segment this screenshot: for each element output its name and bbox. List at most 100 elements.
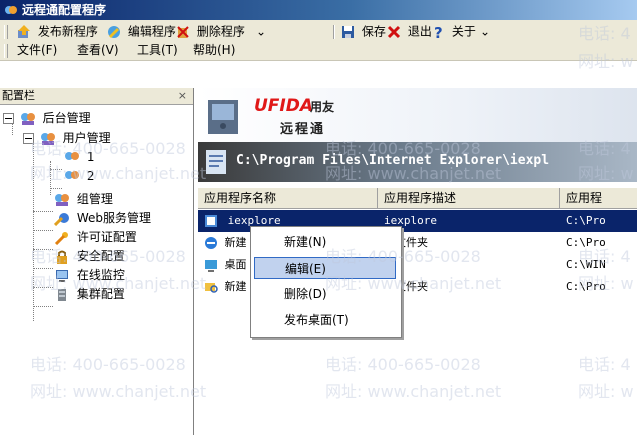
tree-item-license[interactable]: 许可证配置 xyxy=(54,228,137,247)
publish-program-button[interactable]: 发布新程序 xyxy=(14,22,100,40)
key-icon xyxy=(54,231,68,245)
column-header-name[interactable]: 应用程序名称 xyxy=(198,188,378,208)
edit-program-label: 编辑程序 xyxy=(127,24,176,39)
column-header-path[interactable]: 应用程 xyxy=(560,188,637,208)
context-edit[interactable]: 编辑(E) xyxy=(254,257,396,279)
logo-product: 远程通 xyxy=(280,122,326,137)
tree-label-user-1: 1 xyxy=(86,150,95,164)
server-icon xyxy=(58,288,66,301)
tree-label-group-mgmt: 组管理 xyxy=(76,192,113,206)
exit-button[interactable]: 退出 xyxy=(384,22,434,40)
row-path: C:\Pro xyxy=(566,280,606,293)
row-description: 面 xyxy=(384,254,554,276)
tree-label-license: 许可证配置 xyxy=(76,230,137,244)
list-header: 应用程序名称 应用程序描述 应用程 xyxy=(198,188,637,209)
row-description: iexplore xyxy=(384,214,437,227)
tree-item-user-2[interactable]: 2 xyxy=(64,167,94,186)
sidebar-close-icon[interactable]: × xyxy=(178,88,187,104)
tree-label-root: 后台管理 xyxy=(42,111,91,125)
toolbar-overflow-1[interactable]: ⌄ xyxy=(254,22,268,40)
tree-label-user-2: 2 xyxy=(86,169,95,183)
about-label: 关于 xyxy=(451,24,476,39)
save-button[interactable]: 保存 xyxy=(338,22,388,40)
save-label: 保存 xyxy=(361,24,386,39)
tree-label-security: 安全配置 xyxy=(76,249,125,263)
edit-program-button[interactable]: 编辑程序 xyxy=(104,22,178,40)
tree-label-user-mgmt: 用户管理 xyxy=(62,131,111,145)
row-name: 新建 xyxy=(224,236,247,249)
toolbar-grip[interactable] xyxy=(4,25,8,39)
row-name: 新建 xyxy=(224,280,247,293)
group-icon xyxy=(55,193,69,206)
user-icon xyxy=(65,151,79,160)
users-icon xyxy=(40,132,55,145)
ie-icon xyxy=(205,237,217,249)
toolbar-row-actions: 发布新程序 编辑程序 删除程序 ⌄ 保存 退出 ? 关于 ⌄ xyxy=(0,22,637,42)
window-title: 远程通配置程序 xyxy=(22,3,107,17)
tree-item-web-service[interactable]: Web服务管理 xyxy=(53,209,151,228)
publish-program-label: 发布新程序 xyxy=(37,24,98,39)
computer-icon xyxy=(208,100,238,134)
menu-tools[interactable]: 工具(T) xyxy=(134,41,181,59)
menu-file[interactable]: 文件(F) xyxy=(14,41,60,59)
delete-program-label: 删除程序 xyxy=(196,24,245,39)
toolbar-separator xyxy=(333,25,335,39)
row-path: C:\WIN xyxy=(566,258,606,271)
publish-icon xyxy=(18,24,30,38)
row-description: 建文件夹 xyxy=(384,236,428,249)
logo-yonyou: 用友 xyxy=(310,100,335,114)
help-icon: ? xyxy=(434,24,443,42)
lock-icon xyxy=(57,250,67,264)
user-icon xyxy=(65,170,79,179)
tree-item-cluster[interactable]: 集群配置 xyxy=(54,285,125,304)
app-icon xyxy=(5,6,17,14)
sidebar-header: 配置栏 × xyxy=(0,88,193,105)
tree-label-monitor: 在线监控 xyxy=(76,268,125,282)
tree-label-cluster: 集群配置 xyxy=(76,287,125,301)
save-icon xyxy=(342,25,354,38)
context-publish-desktop[interactable]: 发布桌面(T) xyxy=(254,309,396,331)
about-button[interactable]: ? 关于 xyxy=(430,22,478,42)
tree-item-security[interactable]: 安全配置 xyxy=(54,247,125,266)
logo-ufida: UFIDA xyxy=(254,96,314,116)
tree-item-root[interactable]: 后台管理 xyxy=(3,109,91,128)
context-new[interactable]: 新建(N) xyxy=(254,231,396,253)
document-icon xyxy=(206,150,226,174)
tree-item-user-1[interactable]: 1 xyxy=(64,148,94,167)
row-path: C:\Pro xyxy=(566,214,606,227)
column-header-description[interactable]: 应用程序描述 xyxy=(378,188,560,208)
brand-banner: UFIDA 用友 远程通 xyxy=(198,88,637,142)
tree-label-web-service: Web服务管理 xyxy=(76,211,151,225)
monitor-icon xyxy=(56,269,68,282)
users-icon xyxy=(20,112,35,125)
title-bar: 远程通配置程序 xyxy=(0,0,637,20)
desktop-icon xyxy=(205,260,217,272)
context-menu: 新建(N) 编辑(E) 删除(D) 发布桌面(T) xyxy=(250,226,402,338)
config-tree: 后台管理 用户管理 1 2 组管理 Web服务管理 许可证配置 安全配置 在线监… xyxy=(0,105,193,435)
menu-grip[interactable] xyxy=(4,44,8,58)
program-icon xyxy=(205,215,217,227)
row-description: 建文件夹 xyxy=(384,280,428,293)
menu-view[interactable]: 查看(V) xyxy=(74,41,122,59)
menu-bar: 文件(F) 查看(V) 工具(T) 帮助(H) xyxy=(0,41,637,61)
sidebar-title: 配置栏 xyxy=(2,89,35,102)
svg-text:?: ? xyxy=(434,24,443,40)
tree-item-monitor[interactable]: 在线监控 xyxy=(54,266,125,285)
collapse-icon[interactable] xyxy=(23,133,34,144)
menu-help[interactable]: 帮助(H) xyxy=(190,41,238,59)
row-path: C:\Pro xyxy=(566,236,606,249)
toolbar-overflow-2[interactable]: ⌄ xyxy=(478,22,492,40)
web-service-icon xyxy=(53,212,69,226)
exit-label: 退出 xyxy=(407,24,432,39)
tree-item-user-mgmt[interactable]: 用户管理 xyxy=(23,129,111,148)
context-delete[interactable]: 删除(D) xyxy=(254,283,396,305)
delete-program-button[interactable]: 删除程序 xyxy=(173,22,247,40)
delete-icon xyxy=(177,25,189,38)
config-sidebar: 配置栏 × 后台管理 用户管理 1 2 组管理 Web服务管理 许可证配置 安全… xyxy=(0,88,194,435)
program-path: C:\Program Files\Internet Explorer\iexpl xyxy=(236,153,550,168)
edit-icon xyxy=(108,25,120,38)
folder-search-icon xyxy=(205,283,218,293)
collapse-icon[interactable] xyxy=(3,113,14,124)
tree-item-group-mgmt[interactable]: 组管理 xyxy=(54,190,113,209)
exit-icon xyxy=(387,25,401,38)
